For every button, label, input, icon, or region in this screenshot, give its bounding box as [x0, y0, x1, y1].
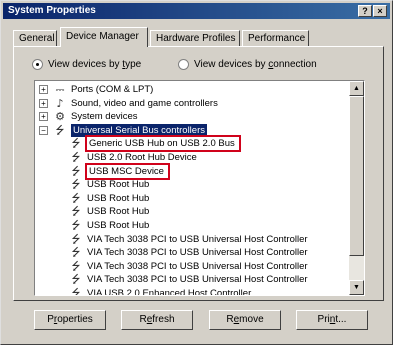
scroll-down-button[interactable]: ▼ — [349, 280, 364, 295]
tab-performance[interactable]: Performance — [242, 30, 309, 46]
view-by-connection-label: View devices by connection — [194, 59, 317, 70]
usb-icon: ⭍ — [71, 273, 81, 287]
tree-device-row[interactable]: ⭍ USB 2.0 Root Hub Device — [69, 151, 197, 164]
port-icon: ⎓ — [55, 83, 65, 96]
sound-icon: ♪ — [56, 96, 64, 110]
tree-item-label: VIA USB 2.0 Enhanced Host Controller — [87, 288, 252, 296]
print-button[interactable]: Print... — [296, 310, 368, 330]
help-button[interactable]: ? — [358, 5, 372, 17]
tree-item-label: VIA Tech 3038 PCI to USB Universal Host … — [87, 233, 308, 245]
tree-device-row[interactable]: ⭍ USB Root Hub — [69, 178, 149, 191]
tree-device-row[interactable]: ⭍ VIA Tech 3038 PCI to USB Universal Host… — [69, 259, 308, 273]
system-properties-window: System Properties ? × General Device Man… — [0, 0, 393, 345]
remove-button[interactable]: Remove — [209, 310, 281, 330]
tree-device-row[interactable]: ⭍ USB Root Hub — [69, 219, 149, 232]
device-manager-panel: View devices by type View devices by con… — [13, 46, 384, 301]
tab-hardware-profiles[interactable]: Hardware Profiles — [150, 30, 240, 46]
tree-device-row[interactable]: ⭍ VIA Tech 3038 PCI to USB Universal Host… — [69, 246, 308, 260]
tree-device-row[interactable]: ⭍ Generic USB Hub on USB 2.0 Bus — [69, 135, 241, 153]
tree-item-label: USB MSC Device — [85, 162, 170, 180]
view-by-type-option[interactable]: View devices by type — [32, 59, 141, 70]
tree-item-label: VIA Tech 3038 PCI to USB Universal Host … — [87, 274, 308, 286]
scroll-up-button[interactable]: ▲ — [349, 81, 364, 96]
view-by-connection-radio[interactable] — [178, 59, 189, 70]
tree-item-label: VIA Tech 3038 PCI to USB Universal Host … — [87, 247, 308, 259]
tab-general[interactable]: General — [13, 30, 57, 46]
tree-item-label: Universal Serial Bus controllers — [71, 123, 207, 137]
properties-button[interactable]: Properties — [34, 310, 106, 330]
tree-expander[interactable]: + — [39, 112, 48, 122]
tree-device-row[interactable]: ⭍ USB Root Hub — [69, 192, 149, 205]
tree-item-label: Generic USB Hub on USB 2.0 Bus — [85, 135, 241, 153]
tree-item-label: USB Root Hub — [87, 220, 150, 231]
usb-icon: ⭍ — [71, 232, 81, 246]
tree-scrollbar[interactable]: ▲ ▼ — [349, 81, 364, 295]
device-tree[interactable]: + ⎓ Ports (COM & LPT) + ♪ Sound, video and ga… — [34, 80, 365, 296]
tree-category-row[interactable]: ♪ Sound, video and game controllers — [53, 96, 218, 110]
tree-item-label: Sound, video and game controllers — [71, 97, 218, 109]
usb-icon: ⭍ — [71, 287, 81, 296]
usb-icon: ⭍ — [71, 137, 81, 151]
tree-expander[interactable]: − — [39, 125, 48, 135]
tree-expander[interactable]: + — [39, 85, 48, 94]
tree-expander[interactable]: + — [39, 98, 48, 108]
tree-item-label: USB 2.0 Root Hub Device — [87, 152, 197, 163]
usb-icon: ⭍ — [71, 151, 81, 164]
view-by-type-radio[interactable] — [32, 59, 43, 70]
tree-device-row[interactable]: ⭍ VIA USB 2.0 Enhanced Host Controller — [69, 287, 252, 296]
tree-device-row[interactable]: ⭍ USB MSC Device — [69, 162, 170, 180]
close-button[interactable]: × — [373, 5, 387, 17]
device-tree-content: + ⎓ Ports (COM & LPT) + ♪ Sound, video and ga… — [35, 81, 351, 295]
view-by-type-label: View devices by type — [48, 59, 142, 70]
usb-icon: ⭍ — [71, 164, 81, 178]
scroll-thumb[interactable] — [349, 96, 364, 256]
tree-category-row[interactable]: ⭍ Universal Serial Bus controllers — [53, 123, 207, 137]
tab-device-manager[interactable]: Device Manager — [60, 27, 148, 47]
tree-category-row[interactable]: ⚙ System devices — [53, 110, 138, 124]
usb-icon: ⭍ — [71, 259, 81, 273]
tree-item-label: VIA Tech 3038 PCI to USB Universal Host … — [87, 260, 308, 272]
tree-item-label: Ports (COM & LPT) — [71, 84, 154, 95]
system-icon: ⚙ — [55, 110, 65, 124]
usb-icon: ⭍ — [55, 123, 65, 137]
tree-item-label: USB Root Hub — [87, 192, 150, 204]
usb-icon: ⭍ — [71, 205, 81, 219]
refresh-button[interactable]: Refresh — [121, 310, 193, 330]
window-title: System Properties — [8, 5, 96, 16]
tree-device-row[interactable]: ⭍ USB Root Hub — [69, 205, 149, 218]
tree-item-label: System devices — [71, 111, 138, 123]
tree-device-row[interactable]: ⭍ VIA Tech 3038 PCI to USB Universal Host… — [69, 273, 308, 287]
tree-item-label: USB Root Hub — [87, 179, 150, 191]
usb-icon: ⭍ — [71, 191, 81, 205]
view-by-connection-option[interactable]: View devices by connection — [178, 59, 317, 70]
tree-item-label: USB Root Hub — [87, 206, 150, 218]
tree-device-row[interactable]: ⭍ VIA Tech 3038 PCI to USB Universal Host… — [69, 232, 308, 246]
usb-icon: ⭍ — [71, 219, 81, 232]
tree-category-row[interactable]: ⎓ Ports (COM & LPT) — [53, 83, 154, 96]
title-bar[interactable]: System Properties ? × — [3, 3, 390, 19]
usb-icon: ⭍ — [71, 246, 81, 260]
usb-icon: ⭍ — [71, 178, 81, 192]
